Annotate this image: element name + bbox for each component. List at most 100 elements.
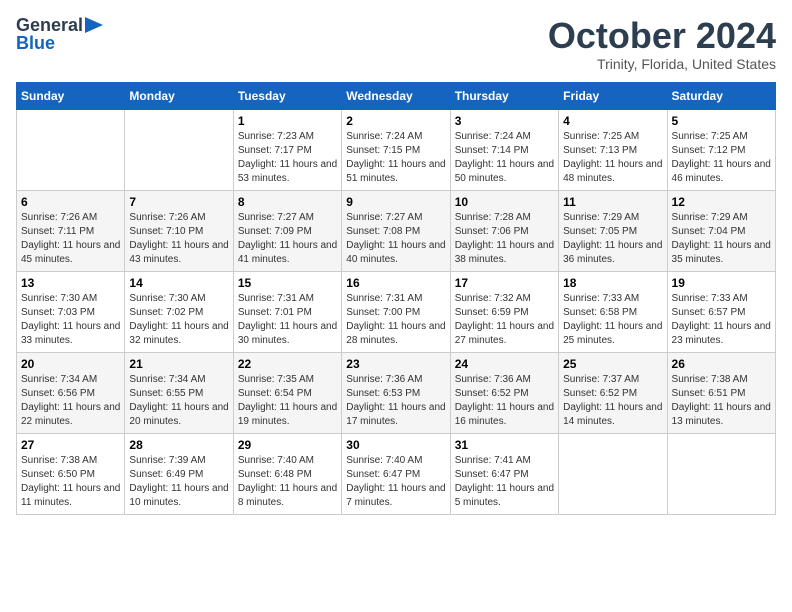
calendar-cell: 9Sunrise: 7:27 AM Sunset: 7:08 PM Daylig… — [342, 190, 450, 271]
week-row-5: 27 Sunrise: 7:38 AM Sunset: 6:50 PM Dayli… — [17, 433, 776, 514]
calendar-cell: 30 Sunrise: 7:40 AM Sunset: 6:47 PM Dayli… — [342, 433, 450, 514]
day-number: 10 — [455, 195, 554, 209]
day-number: 11 — [563, 195, 662, 209]
header-row: SundayMondayTuesdayWednesdayThursdayFrid… — [17, 82, 776, 109]
day-number: 22 — [238, 357, 337, 371]
day-info: Sunrise: 7:31 AM Sunset: 7:01 PM Dayligh… — [238, 292, 337, 348]
day-number: 18 — [563, 276, 662, 290]
day-number: 6 — [21, 195, 120, 209]
day-number: 1 — [238, 114, 337, 128]
logo-blue-text: Blue — [16, 34, 55, 54]
day-info: Sunrise: 7:29 AM Sunset: 7:05 PM Dayligh… — [563, 211, 662, 267]
calendar-cell: 11 Sunrise: 7:29 AM Sunset: 7:05 PM Dayli… — [559, 190, 667, 271]
day-number: 27 — [21, 438, 120, 452]
day-info: Sunrise: 7:23 AM Sunset: 7:17 PM Dayligh… — [238, 130, 337, 186]
calendar-cell: 10 Sunrise: 7:28 AM Sunset: 7:06 PM Dayli… — [450, 190, 558, 271]
day-number: 24 — [455, 357, 554, 371]
day-info: Sunrise: 7:27 AM Sunset: 7:08 PM Dayligh… — [346, 211, 445, 267]
calendar-cell: 16 Sunrise: 7:31 AM Sunset: 7:00 PM Dayli… — [342, 271, 450, 352]
day-info: Sunrise: 7:38 AM Sunset: 6:50 PM Dayligh… — [21, 454, 120, 510]
day-number: 8 — [238, 195, 337, 209]
week-row-3: 13 Sunrise: 7:30 AM Sunset: 7:03 PM Dayli… — [17, 271, 776, 352]
calendar-cell: 6 Sunrise: 7:26 AM Sunset: 7:11 PM Daylig… — [17, 190, 125, 271]
header-tuesday: Tuesday — [233, 82, 341, 109]
calendar-cell: 18Sunrise: 7:33 AM Sunset: 6:58 PM Dayli… — [559, 271, 667, 352]
day-number: 29 — [238, 438, 337, 452]
calendar-cell: 5 Sunrise: 7:25 AM Sunset: 7:12 PM Daylig… — [667, 109, 775, 190]
calendar-cell: 19 Sunrise: 7:33 AM Sunset: 6:57 PM Dayli… — [667, 271, 775, 352]
day-number: 21 — [129, 357, 228, 371]
day-number: 20 — [21, 357, 120, 371]
day-info: Sunrise: 7:28 AM Sunset: 7:06 PM Dayligh… — [455, 211, 554, 267]
calendar-cell: 15 Sunrise: 7:31 AM Sunset: 7:01 PM Dayli… — [233, 271, 341, 352]
page-header: General Blue October 2024 Trinity, Flori… — [16, 16, 776, 72]
title-block: October 2024 Trinity, Florida, United St… — [548, 16, 776, 72]
day-info: Sunrise: 7:30 AM Sunset: 7:02 PM Dayligh… — [129, 292, 228, 348]
day-number: 5 — [672, 114, 771, 128]
calendar-cell: 8 Sunrise: 7:27 AM Sunset: 7:09 PM Daylig… — [233, 190, 341, 271]
day-info: Sunrise: 7:35 AM Sunset: 6:54 PM Dayligh… — [238, 373, 337, 429]
header-monday: Monday — [125, 82, 233, 109]
day-info: Sunrise: 7:36 AM Sunset: 6:53 PM Dayligh… — [346, 373, 445, 429]
header-wednesday: Wednesday — [342, 82, 450, 109]
calendar-cell: 29 Sunrise: 7:40 AM Sunset: 6:48 PM Dayli… — [233, 433, 341, 514]
day-number: 28 — [129, 438, 228, 452]
day-number: 30 — [346, 438, 445, 452]
logo: General Blue — [16, 16, 103, 54]
header-thursday: Thursday — [450, 82, 558, 109]
week-row-1: 1 Sunrise: 7:23 AM Sunset: 7:17 PM Daylig… — [17, 109, 776, 190]
day-info: Sunrise: 7:25 AM Sunset: 7:12 PM Dayligh… — [672, 130, 771, 186]
week-row-2: 6 Sunrise: 7:26 AM Sunset: 7:11 PM Daylig… — [17, 190, 776, 271]
calendar-cell: 27 Sunrise: 7:38 AM Sunset: 6:50 PM Dayli… — [17, 433, 125, 514]
day-info: Sunrise: 7:30 AM Sunset: 7:03 PM Dayligh… — [21, 292, 120, 348]
day-info: Sunrise: 7:34 AM Sunset: 6:55 PM Dayligh… — [129, 373, 228, 429]
day-info: Sunrise: 7:26 AM Sunset: 7:10 PM Dayligh… — [129, 211, 228, 267]
calendar-cell: 17 Sunrise: 7:32 AM Sunset: 6:59 PM Dayli… — [450, 271, 558, 352]
day-number: 19 — [672, 276, 771, 290]
day-number: 7 — [129, 195, 228, 209]
calendar-cell: 28 Sunrise: 7:39 AM Sunset: 6:49 PM Dayli… — [125, 433, 233, 514]
calendar-cell: 25Sunrise: 7:37 AM Sunset: 6:52 PM Dayli… — [559, 352, 667, 433]
calendar-cell: 23Sunrise: 7:36 AM Sunset: 6:53 PM Dayli… — [342, 352, 450, 433]
day-info: Sunrise: 7:32 AM Sunset: 6:59 PM Dayligh… — [455, 292, 554, 348]
calendar-cell: 13 Sunrise: 7:30 AM Sunset: 7:03 PM Dayli… — [17, 271, 125, 352]
calendar-table: SundayMondayTuesdayWednesdayThursdayFrid… — [16, 82, 776, 515]
calendar-cell — [559, 433, 667, 514]
day-number: 4 — [563, 114, 662, 128]
day-info: Sunrise: 7:41 AM Sunset: 6:47 PM Dayligh… — [455, 454, 554, 510]
week-row-4: 20Sunrise: 7:34 AM Sunset: 6:56 PM Dayli… — [17, 352, 776, 433]
day-info: Sunrise: 7:40 AM Sunset: 6:47 PM Dayligh… — [346, 454, 445, 510]
day-number: 2 — [346, 114, 445, 128]
header-saturday: Saturday — [667, 82, 775, 109]
day-number: 12 — [672, 195, 771, 209]
location: Trinity, Florida, United States — [548, 56, 776, 72]
day-number: 16 — [346, 276, 445, 290]
day-number: 13 — [21, 276, 120, 290]
calendar-cell: 24 Sunrise: 7:36 AM Sunset: 6:52 PM Dayli… — [450, 352, 558, 433]
calendar-cell — [667, 433, 775, 514]
day-number: 17 — [455, 276, 554, 290]
day-info: Sunrise: 7:37 AM Sunset: 6:52 PM Dayligh… — [563, 373, 662, 429]
day-info: Sunrise: 7:33 AM Sunset: 6:57 PM Dayligh… — [672, 292, 771, 348]
day-number: 3 — [455, 114, 554, 128]
header-friday: Friday — [559, 82, 667, 109]
calendar-cell: 7 Sunrise: 7:26 AM Sunset: 7:10 PM Daylig… — [125, 190, 233, 271]
calendar-cell: 22 Sunrise: 7:35 AM Sunset: 6:54 PM Dayli… — [233, 352, 341, 433]
day-info: Sunrise: 7:27 AM Sunset: 7:09 PM Dayligh… — [238, 211, 337, 267]
day-number: 15 — [238, 276, 337, 290]
day-info: Sunrise: 7:25 AM Sunset: 7:13 PM Dayligh… — [563, 130, 662, 186]
calendar-cell: 21 Sunrise: 7:34 AM Sunset: 6:55 PM Dayli… — [125, 352, 233, 433]
day-info: Sunrise: 7:38 AM Sunset: 6:51 PM Dayligh… — [672, 373, 771, 429]
day-info: Sunrise: 7:36 AM Sunset: 6:52 PM Dayligh… — [455, 373, 554, 429]
day-info: Sunrise: 7:39 AM Sunset: 6:49 PM Dayligh… — [129, 454, 228, 510]
day-info: Sunrise: 7:31 AM Sunset: 7:00 PM Dayligh… — [346, 292, 445, 348]
day-info: Sunrise: 7:24 AM Sunset: 7:14 PM Dayligh… — [455, 130, 554, 186]
day-info: Sunrise: 7:26 AM Sunset: 7:11 PM Dayligh… — [21, 211, 120, 267]
calendar-cell: 31Sunrise: 7:41 AM Sunset: 6:47 PM Dayli… — [450, 433, 558, 514]
day-info: Sunrise: 7:29 AM Sunset: 7:04 PM Dayligh… — [672, 211, 771, 267]
calendar-cell: 20Sunrise: 7:34 AM Sunset: 6:56 PM Dayli… — [17, 352, 125, 433]
day-info: Sunrise: 7:24 AM Sunset: 7:15 PM Dayligh… — [346, 130, 445, 186]
day-info: Sunrise: 7:40 AM Sunset: 6:48 PM Dayligh… — [238, 454, 337, 510]
day-number: 26 — [672, 357, 771, 371]
calendar-cell: 3 Sunrise: 7:24 AM Sunset: 7:14 PM Daylig… — [450, 109, 558, 190]
